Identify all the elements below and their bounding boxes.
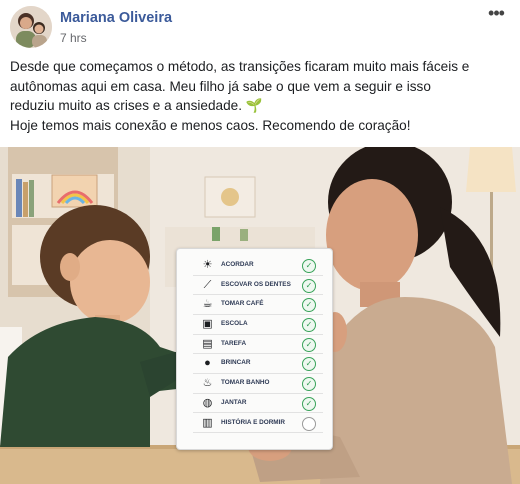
- check-icon: ✓: [302, 298, 316, 313]
- empty-check-circle-icon: [302, 416, 316, 431]
- post-closing-line: Hoje temos mais conexão e menos caos. Re…: [10, 117, 411, 133]
- routine-card[interactable]: ☀ ACORDAR ✓ ⟋ ESCOVAR OS DENTES ✓ ☕ TOMAR CAFÉ ✓…: [176, 248, 333, 450]
- check-icon: ✓: [302, 278, 316, 293]
- author-name[interactable]: Mariana Oliveira: [60, 10, 172, 26]
- post-body-line: autônomas aqui em casa. Meu filho já sab…: [10, 78, 431, 94]
- check-icon: ✓: [302, 396, 316, 411]
- post-timestamp[interactable]: 7 hrs: [60, 31, 87, 45]
- routine-task-row: ▣ ESCOLA ✓: [193, 316, 323, 335]
- routine-task-label: TOMAR BANHO: [221, 379, 270, 387]
- post-body-line: reduziu muito as crises e a ansiedade. 🌱: [10, 96, 510, 116]
- post-header: Mariana Oliveira 7 hrs •••: [0, 0, 520, 54]
- coffee-icon: ☕: [202, 298, 213, 311]
- check-icon: ✓: [302, 259, 316, 273]
- routine-task-label: BRINCAR: [221, 359, 251, 367]
- routine-task-row: ⟋ ESCOVAR OS DENTES ✓: [193, 277, 323, 296]
- post-body-line: Desde que começamos o método, as transiç…: [10, 59, 470, 74]
- more-options-icon[interactable]: •••: [484, 4, 508, 24]
- routine-task-row: ▥ HISTÓRIA E DORMIR: [193, 415, 323, 433]
- routine-task-row: ♨ TOMAR BANHO ✓: [193, 375, 323, 394]
- post-body: Desde que começamos o método, as transiç…: [10, 57, 510, 135]
- routine-task-row: ◍ JANTAR ✓: [193, 395, 323, 414]
- social-post: Mariana Oliveira 7 hrs ••• Desde que com…: [0, 0, 520, 484]
- routine-task-label: ESCOLA: [221, 320, 248, 328]
- routine-task-label: TAREFA: [221, 339, 247, 347]
- sprout-icon: 🌱: [245, 98, 263, 113]
- routine-task-row: ☀ ACORDAR ✓: [193, 257, 323, 276]
- check-icon: ✓: [302, 357, 316, 372]
- backpack-icon: ▣: [202, 318, 213, 331]
- routine-task-label: JANTAR: [221, 398, 247, 406]
- check-icon: ✓: [302, 318, 316, 333]
- routine-task-label: HISTÓRIA E DORMIR: [221, 418, 286, 426]
- ball-icon: ●: [204, 357, 211, 370]
- post-body-line-text: reduziu muito as crises e a ansiedade.: [10, 98, 242, 113]
- book-icon: ▤: [202, 337, 213, 350]
- routine-task-label: ESCOVAR OS DENTES: [221, 280, 291, 288]
- check-icon: ✓: [302, 337, 316, 352]
- routine-task-row: ☕ TOMAR CAFÉ ✓: [193, 296, 323, 315]
- bathtub-icon: ♨: [202, 377, 213, 390]
- routine-task-label: TOMAR CAFÉ: [221, 300, 264, 308]
- routine-task-list: ☀ ACORDAR ✓ ⟋ ESCOVAR OS DENTES ✓ ☕ TOMAR CAFÉ ✓…: [193, 257, 323, 434]
- sun-icon: ☀: [202, 259, 213, 271]
- routine-task-row: ▤ TAREFA ✓: [193, 336, 323, 355]
- author-avatar[interactable]: [10, 6, 52, 48]
- storybook-icon: ▥: [202, 416, 213, 429]
- dinner-icon: ◍: [202, 396, 213, 409]
- routine-task-row: ● BRINCAR ✓: [193, 355, 323, 374]
- routine-task-label: ACORDAR: [221, 261, 254, 268]
- check-icon: ✓: [302, 377, 316, 392]
- toothbrush-icon: ⟋: [203, 278, 212, 291]
